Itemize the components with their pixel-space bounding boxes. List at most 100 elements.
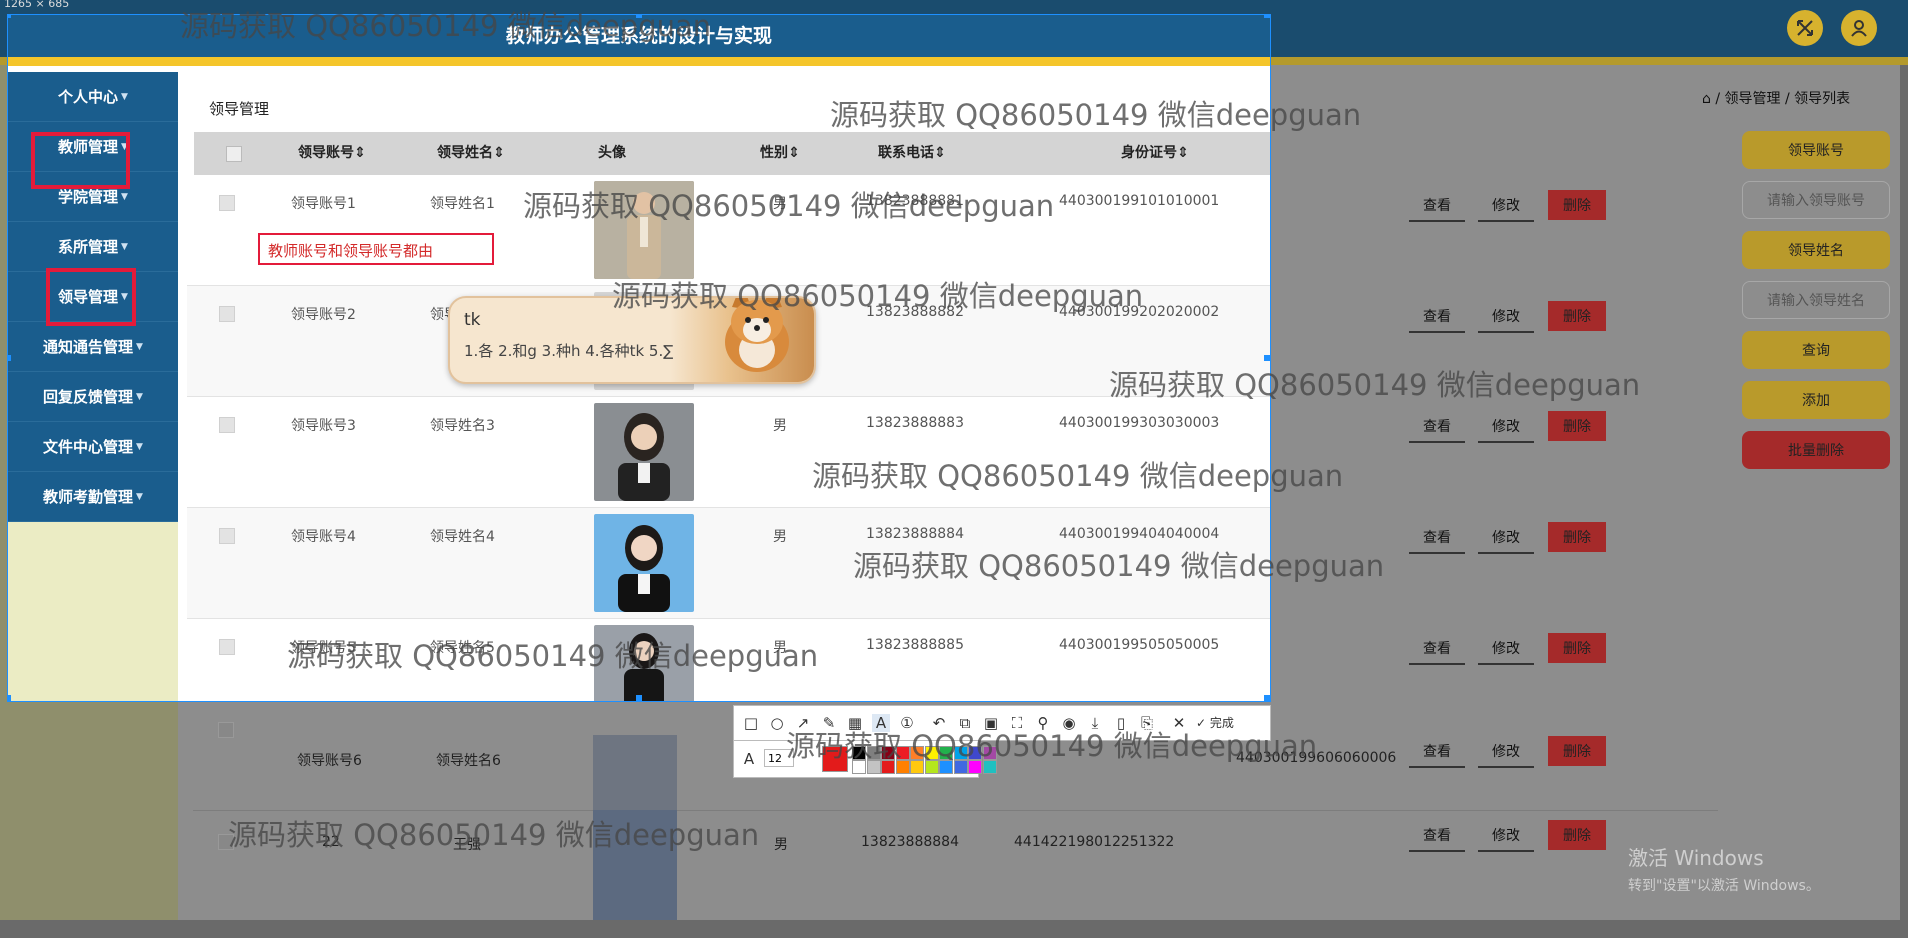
edit-button[interactable]: 修改: [1478, 522, 1534, 554]
resize-handle[interactable]: [8, 355, 11, 361]
pen-tool-icon[interactable]: ✎: [820, 714, 838, 732]
sidebar-item-attendance[interactable]: 教师考勤管理 ▼: [8, 472, 178, 522]
phone-icon[interactable]: ▯: [1112, 714, 1130, 732]
header-idcard[interactable]: 身份证号⇕: [1121, 132, 1189, 175]
font-size-field[interactable]: 12: [764, 749, 794, 767]
delete-button[interactable]: 删除: [1548, 736, 1606, 766]
color-swatch[interactable]: [895, 760, 910, 774]
view-button[interactable]: 查看: [1409, 190, 1465, 222]
delete-button[interactable]: 删除: [1548, 522, 1606, 552]
color-swatch[interactable]: [953, 760, 968, 774]
ellipse-tool-icon[interactable]: ○: [768, 714, 786, 732]
view-button[interactable]: 查看: [1409, 301, 1465, 333]
name-search-input[interactable]: 请输入领导姓名: [1742, 281, 1890, 319]
header-account[interactable]: 领导账号⇕: [298, 132, 366, 175]
row-checkbox[interactable]: [219, 417, 235, 433]
row-checkbox[interactable]: [218, 722, 234, 738]
crop-icon[interactable]: ⧉: [956, 714, 974, 732]
delete-button[interactable]: 删除: [1548, 301, 1606, 331]
color-swatch[interactable]: [881, 746, 895, 760]
color-swatch[interactable]: [924, 746, 939, 760]
resize-handle[interactable]: [1264, 695, 1270, 701]
header-gender[interactable]: 性别⇕: [760, 132, 800, 175]
account-search-input[interactable]: 请输入领导账号: [1742, 181, 1890, 219]
row-checkbox[interactable]: [219, 306, 235, 322]
fullscreen-icon[interactable]: [1787, 10, 1823, 46]
delete-button[interactable]: 删除: [1548, 633, 1606, 663]
select-all-checkbox[interactable]: [226, 146, 242, 162]
delete-button[interactable]: 删除: [1548, 820, 1606, 850]
color-swatch[interactable]: [968, 760, 982, 774]
add-button[interactable]: 添加: [1742, 381, 1890, 419]
vertical-scrollbar[interactable]: [1900, 65, 1908, 920]
record-icon[interactable]: ◉: [1060, 714, 1078, 732]
color-swatch[interactable]: [881, 760, 895, 774]
home-icon[interactable]: ⌂: [1702, 91, 1711, 107]
undo-icon[interactable]: ↶: [930, 714, 948, 732]
row-checkbox[interactable]: [219, 528, 235, 544]
resize-handle[interactable]: [8, 15, 11, 18]
view-button[interactable]: 查看: [1409, 411, 1465, 443]
color-swatch[interactable]: [953, 746, 968, 760]
ime-candidates[interactable]: 1.各 2.和g 3.种h 4.各种tk 5.∑: [464, 340, 673, 361]
view-button[interactable]: 查看: [1409, 820, 1465, 852]
resize-handle[interactable]: [636, 15, 642, 18]
color-swatch[interactable]: [866, 746, 881, 760]
download-icon[interactable]: ⤓: [1086, 714, 1104, 732]
mosaic-tool-icon[interactable]: ▦: [846, 714, 864, 732]
rectangle-tool-icon[interactable]: □: [742, 714, 760, 732]
edit-button[interactable]: 修改: [1478, 736, 1534, 768]
color-swatch[interactable]: [924, 760, 939, 774]
edit-button[interactable]: 修改: [1478, 820, 1534, 852]
resize-handle[interactable]: [636, 695, 642, 701]
text-annotation-box[interactable]: 教师账号和领导账号都由: [258, 233, 494, 265]
sidebar-item-feedback[interactable]: 回复反馈管理 ▼: [8, 372, 178, 422]
color-swatch[interactable]: [910, 746, 924, 760]
query-button[interactable]: 查询: [1742, 331, 1890, 369]
row-checkbox[interactable]: [218, 834, 234, 850]
ocr-icon[interactable]: ▣: [982, 714, 1000, 732]
color-swatch[interactable]: [982, 760, 997, 774]
row-checkbox[interactable]: [219, 195, 235, 211]
resize-handle[interactable]: [1264, 355, 1270, 361]
edit-button[interactable]: 修改: [1478, 633, 1534, 665]
save-icon[interactable]: ⎘: [1138, 714, 1156, 732]
horizontal-scrollbar[interactable]: [0, 920, 1908, 938]
done-button[interactable]: ✓ 完成: [1196, 714, 1234, 731]
annotation-text[interactable]: 教师账号和领导账号都由: [268, 240, 433, 261]
header-phone[interactable]: 联系电话⇕: [878, 132, 946, 175]
color-swatch[interactable]: [910, 760, 924, 774]
resize-handle[interactable]: [8, 695, 11, 701]
text-tool-icon[interactable]: A: [872, 714, 890, 732]
batch-delete-button[interactable]: 批量删除: [1742, 431, 1890, 469]
edit-button[interactable]: 修改: [1478, 190, 1534, 222]
sidebar-item-personal-center[interactable]: 个人中心 ▼: [8, 72, 178, 122]
view-button[interactable]: 查看: [1409, 633, 1465, 665]
row-checkbox[interactable]: [219, 639, 235, 655]
color-swatch[interactable]: [895, 746, 910, 760]
arrow-tool-icon[interactable]: ↗: [794, 714, 812, 732]
color-swatch[interactable]: [968, 746, 982, 760]
pin-icon[interactable]: ⚲: [1034, 714, 1052, 732]
close-icon[interactable]: ✕: [1170, 714, 1188, 732]
view-button[interactable]: 查看: [1409, 736, 1465, 768]
color-swatch[interactable]: [939, 760, 953, 774]
color-swatch[interactable]: [852, 760, 866, 774]
delete-button[interactable]: 删除: [1548, 190, 1606, 220]
sidebar-item-department[interactable]: 系所管理 ▼: [8, 222, 178, 272]
delete-button[interactable]: 删除: [1548, 411, 1606, 441]
header-name[interactable]: 领导姓名⇕: [437, 132, 505, 175]
color-swatch[interactable]: [866, 760, 881, 774]
view-button[interactable]: 查看: [1409, 522, 1465, 554]
current-color-swatch[interactable]: [822, 746, 848, 772]
scan-icon[interactable]: ⛶: [1008, 714, 1026, 732]
edit-button[interactable]: 修改: [1478, 411, 1534, 443]
user-icon[interactable]: [1841, 10, 1877, 46]
color-swatch[interactable]: [939, 746, 953, 760]
ime-candidate-window[interactable]: tk 1.各 2.和g 3.种h 4.各种tk 5.∑: [448, 296, 816, 384]
resize-handle[interactable]: [1264, 15, 1270, 18]
sidebar-item-notice[interactable]: 通知通告管理 ▼: [8, 322, 178, 372]
number-tool-icon[interactable]: ①: [898, 714, 916, 732]
edit-button[interactable]: 修改: [1478, 301, 1534, 333]
color-swatch[interactable]: [852, 746, 866, 760]
